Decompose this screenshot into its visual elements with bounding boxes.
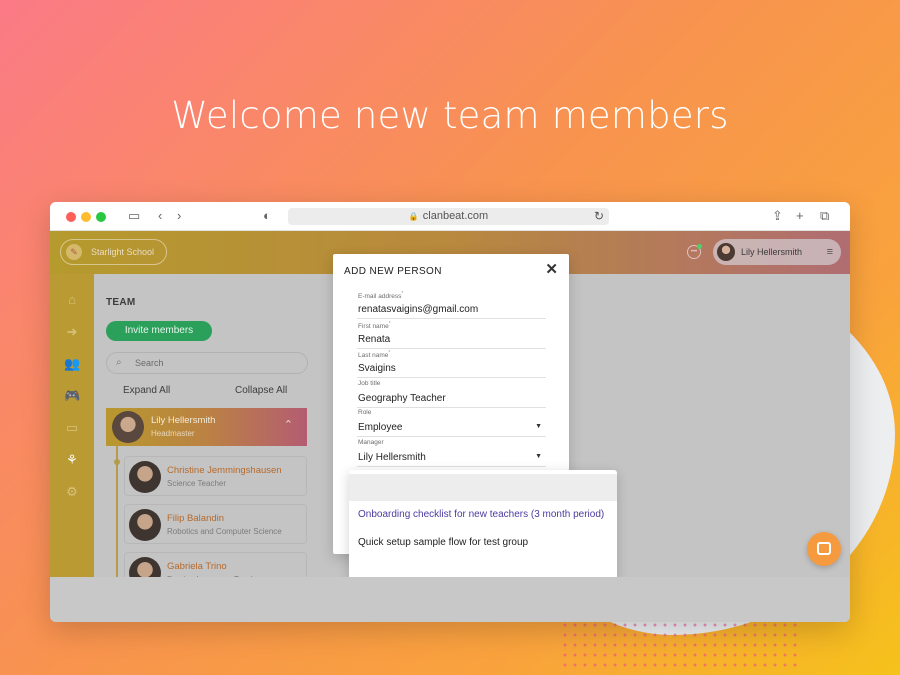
member-name: Filip Balandin: [167, 513, 225, 524]
notifications-icon[interactable]: •••: [687, 244, 702, 259]
last-name-value: Svaigins: [358, 363, 396, 374]
job-title-value: Geography Teacher: [358, 393, 446, 404]
email-value: renatasvaigins@gmail.com: [358, 304, 479, 315]
school-selector[interactable]: ✎ Starlight School: [60, 239, 167, 265]
search-icon: ⌕: [116, 357, 122, 368]
sidebar-icon[interactable]: ▭: [128, 208, 140, 224]
email-label: E-mail address*: [358, 291, 404, 301]
new-tab-icon[interactable]: +: [796, 208, 804, 224]
manager-label: Manager: [358, 439, 384, 446]
avatar: [129, 461, 161, 493]
close-window-button[interactable]: [66, 212, 76, 222]
presentation-icon[interactable]: ▭: [64, 420, 80, 436]
tree-node-dot: [114, 459, 120, 465]
role-label: Role: [358, 409, 372, 416]
minimize-window-button[interactable]: [81, 212, 91, 222]
team-title: TEAM: [106, 297, 136, 308]
role-select[interactable]: Role Employee ▼: [357, 409, 546, 437]
manager-value: Lily Hellersmith: [358, 452, 426, 463]
first-name-value: Renata: [358, 334, 391, 345]
address-bar[interactable]: 🔒 clanbeat.com ↻: [288, 208, 609, 225]
close-icon[interactable]: ✕: [545, 260, 558, 278]
dropdown-option-onboarding[interactable]: Onboarding checklist for new teachers (3…: [358, 509, 604, 520]
flow-dropdown-menu: Onboarding checklist for new teachers (3…: [349, 470, 617, 580]
avatar: [717, 243, 735, 261]
job-title-field[interactable]: Job title Geography Teacher: [357, 380, 546, 408]
email-field[interactable]: E-mail address* renatasvaigins@gmail.com: [357, 291, 546, 319]
org-chart-icon[interactable]: ⚘: [64, 452, 80, 468]
footer-area: [50, 577, 850, 622]
page-headline: Welcome new team members: [171, 94, 729, 137]
last-name-label: Last name*: [358, 350, 391, 360]
chevron-up-icon[interactable]: ⌃: [284, 418, 293, 431]
share-icon[interactable]: ⇪: [772, 208, 783, 224]
user-menu[interactable]: Lily Hellersmith ≡: [713, 239, 841, 265]
url-text: clanbeat.com: [422, 210, 489, 222]
job-title-label: Job title: [358, 380, 381, 387]
people-icon[interactable]: 👥: [64, 356, 80, 372]
online-status-dot: [697, 244, 702, 249]
app-content: ✎ Starlight School ••• Lily Hellersmith …: [50, 231, 850, 622]
last-name-field[interactable]: Last name* Svaigins: [357, 350, 546, 378]
search-placeholder: Search: [135, 358, 164, 368]
modal-title: ADD NEW PERSON: [344, 266, 442, 277]
member-role: Robotics and Computer Science: [167, 527, 282, 536]
team-member-card[interactable]: Filip Balandin Robotics and Computer Sci…: [124, 504, 307, 544]
collapse-all-button[interactable]: Collapse All: [235, 385, 287, 396]
lead-role: Headmaster: [151, 429, 195, 438]
arrow-right-circle-icon[interactable]: ➜: [64, 324, 80, 340]
expand-all-button[interactable]: Expand All: [123, 385, 170, 396]
school-name: Starlight School: [91, 247, 155, 257]
school-logo-icon: ✎: [66, 244, 82, 260]
gamepad-icon[interactable]: 🎮: [64, 388, 80, 404]
first-name-label: First name*: [358, 321, 391, 331]
team-lead-card[interactable]: Lily Hellersmith Headmaster ⌃: [106, 408, 307, 446]
team-member-card[interactable]: Christine Jemmingshausen Science Teacher: [124, 456, 307, 496]
nav-rail: ⌂ ➜ 👥 🎮 ▭ ⚘ ⚙: [50, 274, 94, 622]
zoom-window-button[interactable]: [96, 212, 106, 222]
user-name: Lily Hellersmith: [741, 247, 803, 257]
back-icon[interactable]: ‹: [158, 208, 162, 224]
first-name-field[interactable]: First name* Renata: [357, 321, 546, 349]
reload-icon[interactable]: ↻: [594, 208, 604, 225]
search-input[interactable]: ⌕ Search: [106, 352, 308, 374]
dropdown-option-quick-setup[interactable]: Quick setup sample flow for test group: [358, 537, 528, 548]
gear-icon[interactable]: ⚙: [64, 484, 80, 500]
team-panel: TEAM Invite members ⌕ Search Expand All …: [94, 274, 325, 622]
member-name: Christine Jemmingshausen: [167, 465, 282, 476]
caret-down-icon: ▼: [535, 453, 542, 460]
shield-icon[interactable]: ◐: [263, 208, 271, 224]
chat-icon: [817, 542, 831, 555]
dropdown-empty-option[interactable]: [349, 474, 617, 501]
member-name: Gabriela Trino: [167, 561, 227, 572]
tabs-overview-icon[interactable]: ⧉: [820, 208, 829, 224]
lock-icon: 🔒: [408, 212, 419, 221]
hamburger-menu-icon[interactable]: ≡: [827, 239, 833, 265]
home-icon[interactable]: ⌂: [64, 292, 80, 308]
browser-window: ▭ ‹ › ◐ 🔒 clanbeat.com ↻ ⇪ + ⧉ ✎ Starligh…: [50, 202, 850, 622]
avatar: [112, 411, 144, 443]
member-role: Science Teacher: [167, 479, 226, 488]
forward-icon[interactable]: ›: [177, 208, 181, 224]
caret-down-icon: ▼: [535, 423, 542, 430]
avatar: [129, 509, 161, 541]
invite-members-button[interactable]: Invite members: [106, 321, 212, 341]
chat-launcher-button[interactable]: [807, 532, 841, 566]
browser-toolbar: ▭ ‹ › ◐ 🔒 clanbeat.com ↻ ⇪ + ⧉: [50, 202, 850, 231]
role-value: Employee: [358, 422, 403, 433]
lead-name: Lily Hellersmith: [151, 415, 216, 426]
manager-select[interactable]: Manager Lily Hellersmith ▼: [357, 439, 546, 467]
